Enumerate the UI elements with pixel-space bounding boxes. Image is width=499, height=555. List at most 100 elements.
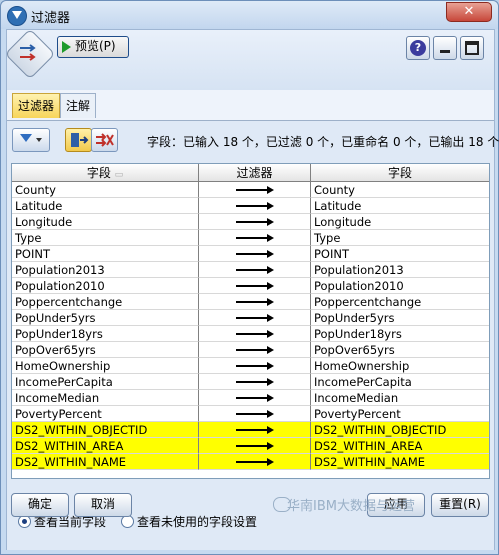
table-row[interactable]: IncomeMedian IncomeMedian (12, 390, 489, 406)
output-field-name[interactable]: PopUnder18yrs (311, 326, 489, 342)
output-field-name[interactable]: Type (311, 230, 489, 246)
table-row[interactable]: Population2010 Population2010 (12, 278, 489, 294)
filter-toggle-cell[interactable] (199, 342, 311, 358)
input-field-name: Population2013 (12, 262, 199, 278)
filter-toggle-cell[interactable] (199, 310, 311, 326)
filter-toggle-cell[interactable] (199, 326, 311, 342)
input-field-name: Population2010 (12, 278, 199, 294)
tab-filter[interactable]: 过滤器 (12, 93, 60, 118)
input-field-name: Longitude (12, 214, 199, 230)
chevron-down-icon (36, 138, 42, 142)
table-row[interactable]: Population2013 Population2013 (12, 262, 489, 278)
output-field-name[interactable]: Population2013 (311, 262, 489, 278)
field-filter-table: 字段 ▭ 过滤器 字段 County County Latitude Latitude… (11, 163, 490, 479)
pass-arrow-icon (236, 266, 274, 274)
title-bar: 过滤器 ✕ (1, 1, 498, 29)
dialog-content: 预览(P) ? 过滤器 注解 字段：已输入 18 个，已过滤 0 个，已重命名 … (4, 28, 499, 550)
filter-toggle-cell[interactable] (199, 246, 311, 262)
input-field-name: PopOver65yrs (12, 342, 199, 358)
cancel-button[interactable]: 取消 (74, 493, 132, 517)
output-field-name[interactable]: DS2_WITHIN_AREA (311, 438, 489, 454)
minimize-button[interactable] (433, 36, 457, 60)
ok-button[interactable]: 确定 (11, 493, 69, 517)
filter-arrows-icon (20, 44, 36, 61)
output-field-name[interactable]: Population2010 (311, 278, 489, 294)
input-field-name: Poppercentchange (12, 294, 199, 310)
output-field-name[interactable]: PovertyPercent (311, 406, 489, 422)
filter-toggle-cell[interactable] (199, 262, 311, 278)
output-field-name[interactable]: DS2_WITHIN_NAME (311, 454, 489, 470)
pass-arrow-icon (236, 410, 274, 418)
radio-view-unused-label: 查看未使用的字段设置 (137, 515, 258, 529)
column-header-filter[interactable]: 过滤器 (199, 164, 311, 182)
filter-toggle-cell[interactable] (199, 454, 311, 470)
filter-toggle-cell[interactable] (199, 422, 311, 438)
table-row[interactable]: HomeOwnership HomeOwnership (12, 358, 489, 374)
input-field-name: POINT (12, 246, 199, 262)
filter-toggle-cell[interactable] (199, 438, 311, 454)
filter-all-toggle[interactable] (91, 128, 118, 152)
table-row[interactable]: PovertyPercent PovertyPercent (12, 406, 489, 422)
filter-toggle-cell[interactable] (199, 198, 311, 214)
preview-button[interactable]: 预览(P) (57, 36, 129, 58)
pass-arrow-icon (236, 314, 274, 322)
filter-toggle-cell[interactable] (199, 294, 311, 310)
filter-toggle-cell[interactable] (199, 230, 311, 246)
output-field-name[interactable]: PopOver65yrs (311, 342, 489, 358)
table-row[interactable]: IncomePerCapita IncomePerCapita (12, 374, 489, 390)
filter-options-button[interactable] (12, 128, 50, 152)
table-row[interactable]: DS2_WITHIN_OBJECTID DS2_WITHIN_OBJECTID (12, 422, 489, 438)
output-field-name[interactable]: County (311, 182, 489, 198)
pass-arrow-icon (236, 378, 274, 386)
output-field-name[interactable]: IncomePerCapita (311, 374, 489, 390)
filter-toggle-cell[interactable] (199, 214, 311, 230)
pass-arrow-icon (236, 186, 274, 194)
reset-button[interactable]: 重置(R) (431, 493, 489, 517)
table-row[interactable]: DS2_WITHIN_AREA DS2_WITHIN_AREA (12, 438, 489, 454)
pass-arrow-icon (236, 234, 274, 242)
column-header-input-field[interactable]: 字段 ▭ (12, 164, 199, 182)
input-field-name: County (12, 182, 199, 198)
table-row[interactable]: Longitude Longitude (12, 214, 489, 230)
table-row[interactable]: DS2_WITHIN_NAME DS2_WITHIN_NAME (12, 454, 489, 470)
input-field-name: HomeOwnership (12, 358, 199, 374)
output-field-name[interactable]: Longitude (311, 214, 489, 230)
help-button[interactable]: ? (406, 36, 430, 60)
table-row[interactable]: County County (12, 182, 489, 198)
output-field-name[interactable]: HomeOwnership (311, 358, 489, 374)
filter-toggle-cell[interactable] (199, 182, 311, 198)
column-header-output-field[interactable]: 字段 (311, 164, 489, 182)
tab-annotations[interactable]: 注解 (60, 93, 96, 118)
maximize-button[interactable] (460, 36, 484, 60)
table-row[interactable]: Type Type (12, 230, 489, 246)
play-icon (62, 41, 71, 53)
table-row[interactable]: Poppercentchange Poppercentchange (12, 294, 489, 310)
output-field-name[interactable]: POINT (311, 246, 489, 262)
output-field-name[interactable]: Poppercentchange (311, 294, 489, 310)
filter-panel: 字段：已输入 18 个，已过滤 0 个，已重命名 0 个，已输出 18 个 字段… (7, 120, 499, 550)
filter-toggle-cell[interactable] (199, 358, 311, 374)
table-row[interactable]: Latitude Latitude (12, 198, 489, 214)
table-row[interactable]: POINT POINT (12, 246, 489, 262)
close-button[interactable]: ✕ (446, 2, 492, 22)
input-field-name: DS2_WITHIN_AREA (12, 438, 199, 454)
output-field-name[interactable]: Latitude (311, 198, 489, 214)
pass-arrow-icon (236, 458, 274, 466)
output-field-name[interactable]: IncomeMedian (311, 390, 489, 406)
input-field-name: PopUnder18yrs (12, 326, 199, 342)
filter-toggle-cell[interactable] (199, 374, 311, 390)
pass-arrow-icon (236, 218, 274, 226)
output-field-name[interactable]: DS2_WITHIN_OBJECTID (311, 422, 489, 438)
output-field-name[interactable]: PopUnder5yrs (311, 310, 489, 326)
table-row[interactable]: PopUnder5yrs PopUnder5yrs (12, 310, 489, 326)
table-row[interactable]: PopUnder18yrs PopUnder18yrs (12, 326, 489, 342)
filter-toggle-cell[interactable] (199, 406, 311, 422)
filter-toggle-cell[interactable] (199, 390, 311, 406)
table-row[interactable]: PopOver65yrs PopOver65yrs (12, 342, 489, 358)
filter-toggle-cell[interactable] (199, 278, 311, 294)
preview-button-label: 预览(P) (75, 39, 116, 53)
remove-duplicates-toggle[interactable] (65, 128, 92, 152)
funnel-icon (20, 134, 32, 142)
input-field-name: IncomePerCapita (12, 374, 199, 390)
sort-icon: ▭ (114, 170, 124, 180)
